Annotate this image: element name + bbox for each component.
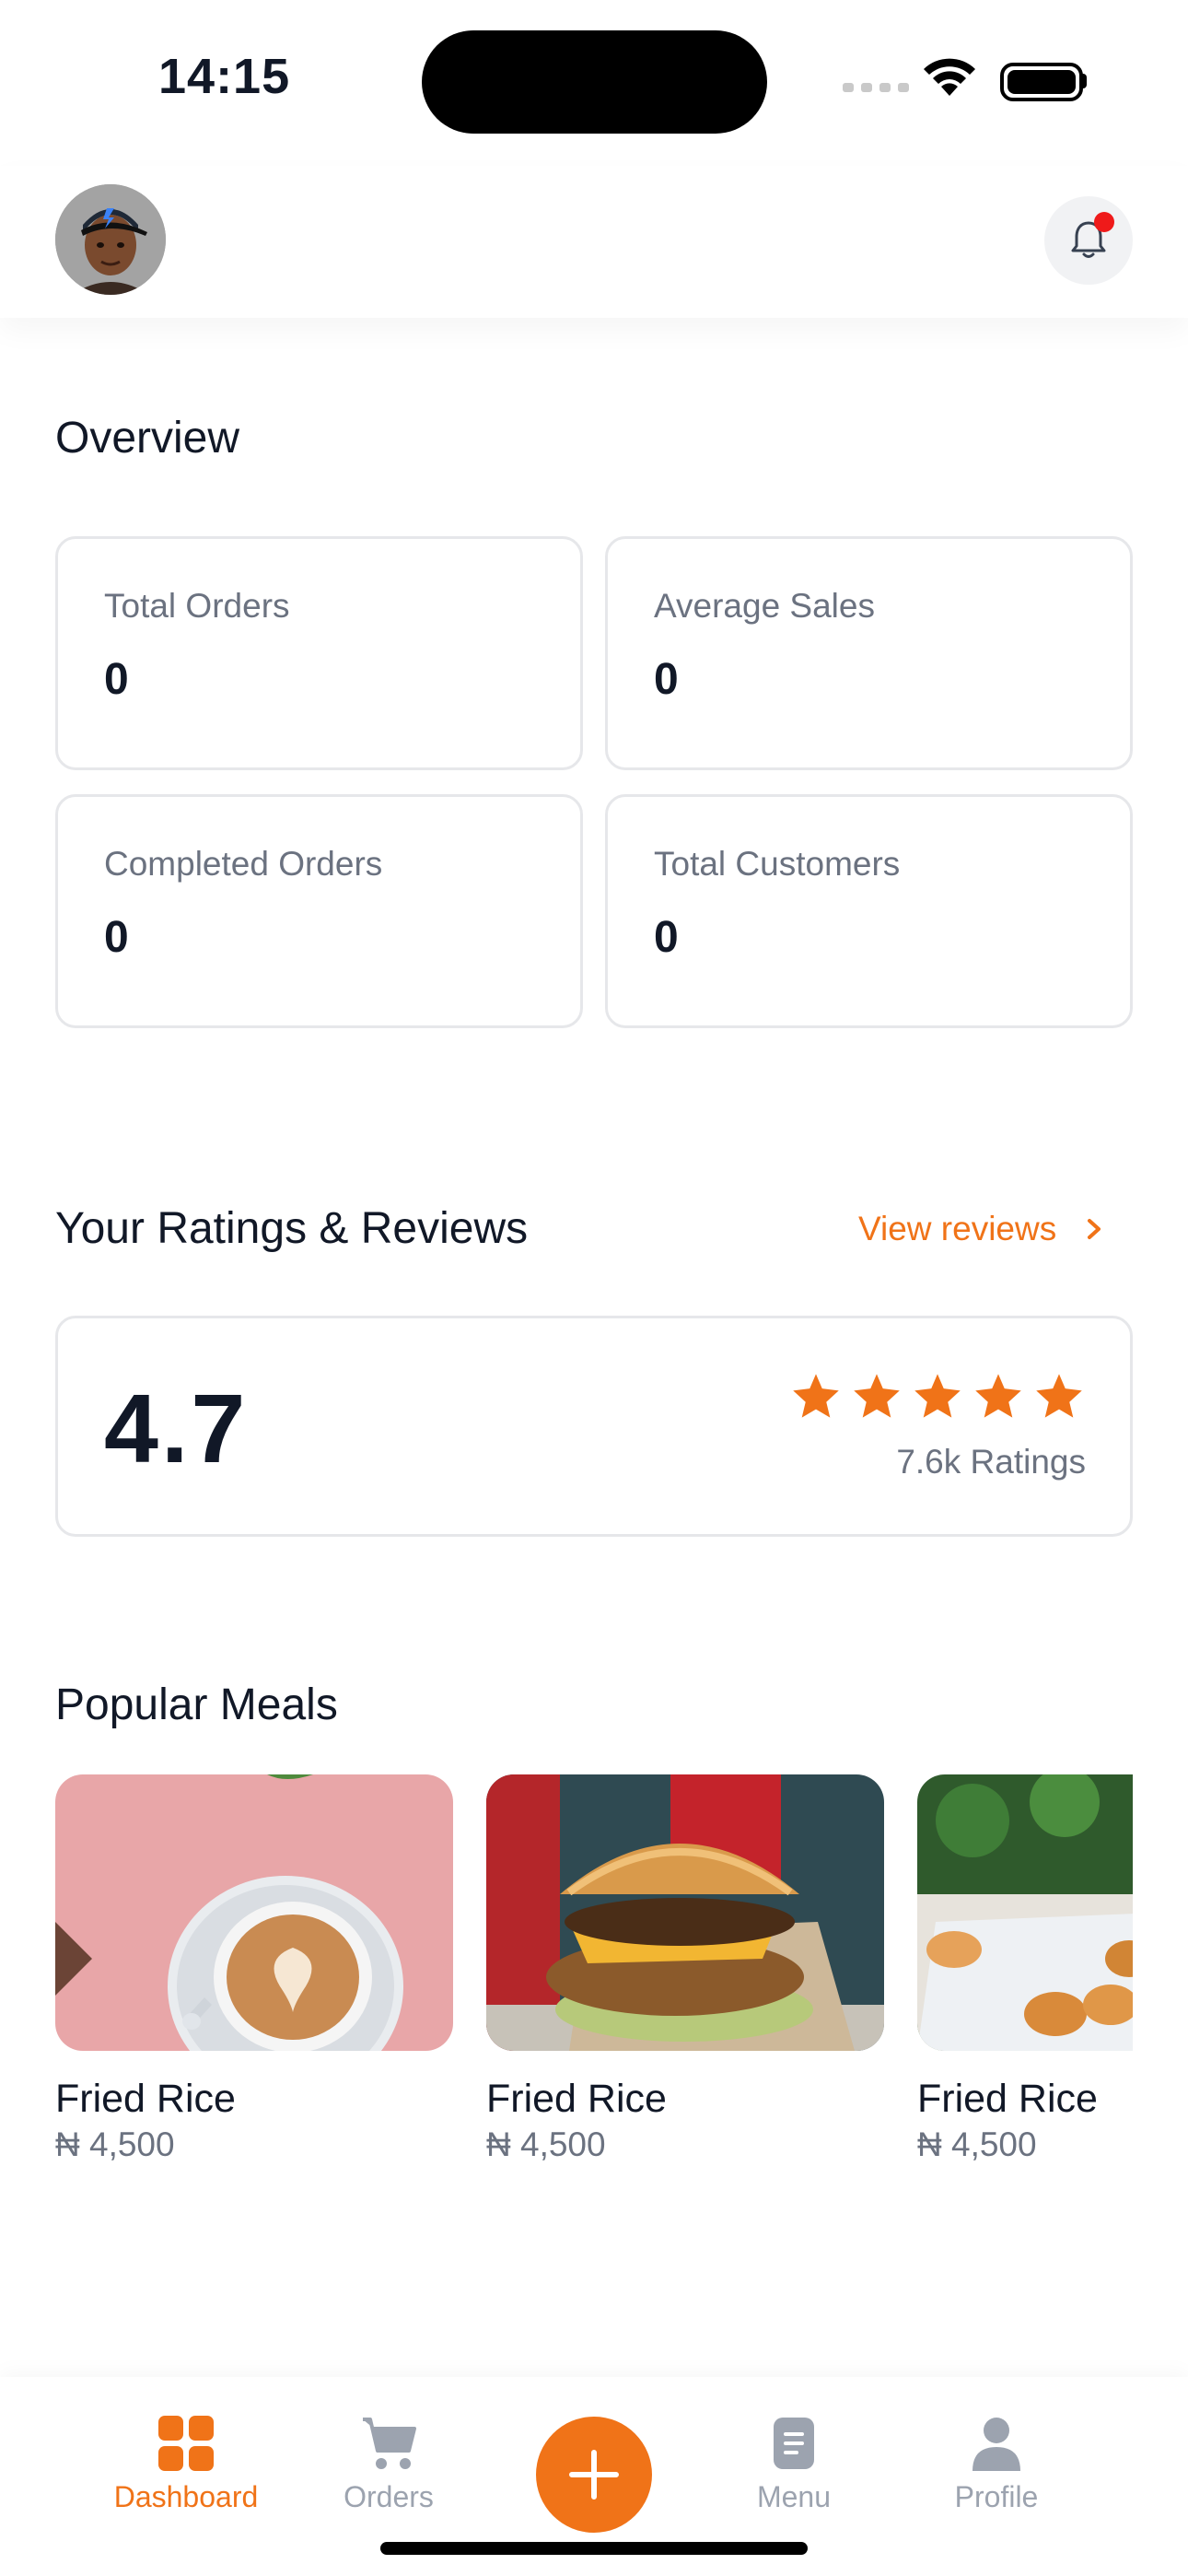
status-time: 14:15 [158,49,291,104]
dynamic-island [422,30,767,134]
plus-icon [569,2450,619,2500]
view-reviews-link[interactable]: View reviews [858,1210,1104,1248]
profile-icon [973,2418,1020,2471]
tab-label: Menu [756,2480,832,2513]
stat-label: Total Customers [654,845,901,883]
stat-value: 0 [654,655,679,704]
chevron-right-icon [1088,1219,1101,1239]
popular-meals-title: Popular Meals [55,1680,338,1729]
notification-badge [1094,212,1114,232]
stat-card-total-orders: Total Orders 0 [55,536,583,770]
add-button[interactable] [536,2417,652,2533]
meal-card[interactable]: Fried Rice ₦ 4,500 [917,1774,1133,2164]
view-reviews-label: View reviews [858,1210,1057,1247]
stat-label: Average Sales [654,587,875,625]
stat-value: 0 [654,913,679,962]
notifications-button[interactable] [1044,196,1133,285]
avatar[interactable] [55,184,166,295]
rating-card: 4.7 7.6k Ratings [55,1316,1133,1537]
tab-label: Profile [954,2480,1039,2513]
meal-name: Fried Rice [486,2077,667,2121]
wifi-icon [924,58,975,96]
home-indicator [380,2542,808,2555]
stat-card-total-customers: Total Customers 0 [605,794,1133,1028]
rating-score: 4.7 [104,1375,249,1483]
star-icon [793,1374,839,1418]
meal-image-pastries [917,1774,1133,2051]
meals-carousel[interactable]: Fried Rice ₦ 4,500 Fried Rice ₦ 4,500 Fr… [55,1774,1133,2189]
overview-title: Overview [55,414,240,463]
meal-price: ₦ 4,500 [917,2125,1037,2163]
stat-label: Completed Orders [104,845,383,883]
meal-image-burger [486,1774,884,2051]
tab-orders[interactable]: Orders [297,2414,481,2514]
meal-card[interactable]: Fried Rice ₦ 4,500 [55,1774,453,2164]
dashboard-icon [158,2416,214,2471]
rating-stars [791,1372,1084,1420]
stat-value: 0 [104,913,129,962]
stat-card-average-sales: Average Sales 0 [605,536,1133,770]
tab-menu[interactable]: Menu [702,2414,886,2514]
tab-label: Dashboard [113,2480,259,2513]
meal-price: ₦ 4,500 [55,2125,175,2163]
tab-label: Orders [344,2480,434,2513]
meal-card[interactable]: Fried Rice ₦ 4,500 [486,1774,884,2164]
tab-profile[interactable]: Profile [904,2414,1089,2514]
star-icon [854,1374,900,1418]
star-icon [975,1374,1021,1418]
rating-count: 7.6k Ratings [896,1443,1086,1481]
stat-card-completed-orders: Completed Orders 0 [55,794,583,1028]
meal-price: ₦ 4,500 [486,2125,606,2163]
cart-icon [363,2418,416,2469]
menu-document-icon [774,2418,814,2469]
avatar-image [55,184,166,295]
tab-dashboard[interactable]: Dashboard [94,2414,278,2514]
app-header [0,166,1188,318]
star-icon [914,1374,961,1418]
stat-label: Total Orders [104,587,290,625]
battery-icon [1000,63,1083,101]
cellular-signal-icon [843,83,909,92]
stat-value: 0 [104,655,129,704]
ratings-title: Your Ratings & Reviews [55,1204,529,1253]
star-icon [1036,1374,1082,1418]
meal-name: Fried Rice [917,2077,1098,2121]
meal-name: Fried Rice [55,2077,236,2121]
meal-image-coffee [55,1774,453,2051]
battery-cap [1081,74,1087,88]
